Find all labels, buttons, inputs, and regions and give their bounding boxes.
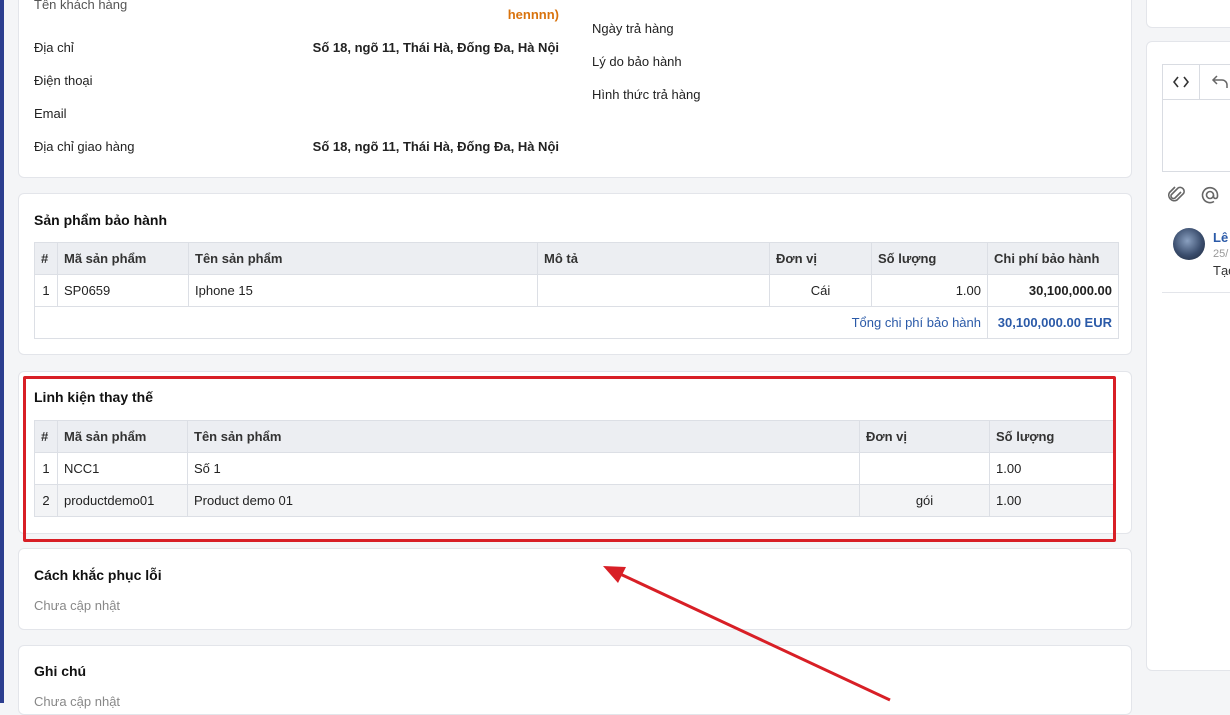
notes-title: Ghi chú [34,663,87,679]
annotation-highlight-box [23,376,1116,542]
editor-toolbar [1163,65,1230,100]
return-date-label: Ngày trả hàng [592,21,674,36]
notes-value: Chưa cập nhật [34,694,121,709]
customer-name-label: Tên khách hàng [34,0,128,12]
cell-quantity: 1.00 [871,274,988,307]
address-value: Số 18, ngõ 11, Thái Hà, Đống Đa, Hà Nội [312,40,559,55]
cell-code: SP0659 [57,274,189,307]
col-header-code: Mã sản phẩm [57,242,189,275]
comment-date: 25/ [1213,248,1229,260]
warranty-products-table: # Mã sản phẩm Tên sản phẩm Mô tả Đơn vị … [34,242,1119,339]
cell-index: 1 [34,274,58,307]
comment-divider [1162,292,1230,293]
table-row[interactable]: 1 SP0659 Iphone 15 Cái 1.00 30,100,000.0… [34,274,1119,307]
avatar [1173,228,1205,260]
cell-unit: Cái [769,274,872,307]
right-panel-top [1146,0,1230,28]
code-view-icon[interactable] [1173,75,1189,89]
total-cost-label: Tổng chi phí bảo hành [34,306,988,339]
fix-method-title: Cách khắc phục lỗi [34,567,162,583]
fix-method-value: Chưa cập nhật [34,598,121,613]
warranty-reason-label: Lý do bảo hành [592,54,682,69]
undo-icon[interactable] [1211,74,1229,90]
comment-editor[interactable] [1162,64,1230,172]
col-header-name: Tên sản phẩm [188,242,538,275]
email-label: Email [34,106,67,121]
return-method-label: Hình thức trả hàng [592,87,701,102]
notes-card: Ghi chú Chưa cập nhật [18,645,1132,715]
table-header-row: # Mã sản phẩm Tên sản phẩm Mô tả Đơn vị … [34,242,1119,275]
col-header-description: Mô tả [537,242,770,275]
attachment-icon[interactable] [1168,185,1186,205]
shipping-address-value: Số 18, ngõ 11, Thái Hà, Đống Đa, Hà Nội [312,139,559,154]
total-cost-value: 30,100,000.00 EUR [987,306,1119,339]
comment-author[interactable]: Lê [1213,230,1228,245]
cell-description [537,274,770,307]
left-accent-stripe [0,0,4,703]
cell-cost: 30,100,000.00 [987,274,1119,307]
phone-label: Điện thoại [34,73,93,88]
toolbar-separator [1199,65,1200,99]
address-label: Địa chỉ [34,40,74,55]
cell-name: Iphone 15 [188,274,538,307]
fix-method-card: Cách khắc phục lỗi Chưa cập nhật [18,548,1132,630]
customer-name-value[interactable]: hennnn) [399,7,559,22]
warranty-products-card: Sản phẩm bảo hành # Mã sản phẩm Tên sản … [18,193,1132,355]
customer-info-card: Tên khách hàng hennnn) Địa chỉ Số 18, ng… [18,0,1132,178]
warranty-products-title: Sản phẩm bảo hành [34,212,168,228]
comment-text: Tạo [1213,263,1230,278]
col-header-warranty-cost: Chi phí bảo hành [987,242,1119,275]
mention-icon[interactable] [1200,185,1220,205]
col-header-index: # [34,242,58,275]
col-header-quantity: Số lượng [871,242,988,275]
table-total-row: Tổng chi phí bảo hành 30,100,000.00 EUR [34,306,1119,339]
col-header-unit: Đơn vị [769,242,872,275]
shipping-address-label: Địa chỉ giao hàng [34,139,135,154]
